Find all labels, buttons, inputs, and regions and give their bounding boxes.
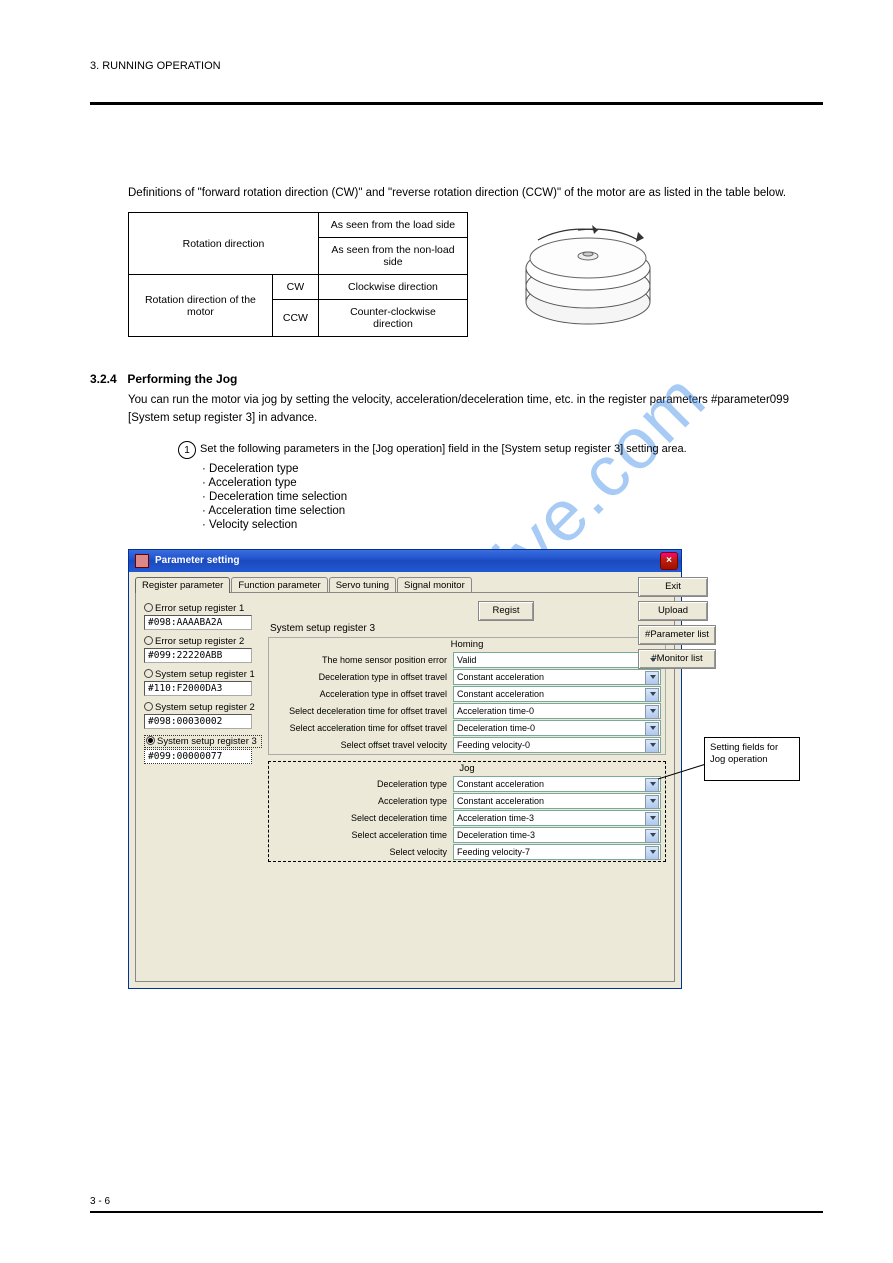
jog-label-1: Acceleration type bbox=[273, 796, 453, 806]
step-item-1: · Deceleration type bbox=[202, 463, 823, 475]
reg-sys1-value: #110:F2000DA3 bbox=[144, 681, 252, 696]
reg-error1-value: #098:AAAABA2A bbox=[144, 615, 252, 630]
app-icon bbox=[135, 554, 149, 568]
tab-strip: Register parameter Function parameter Se… bbox=[129, 572, 681, 592]
register-radio-list: Error setup register 1 #098:AAAABA2A Err… bbox=[144, 601, 262, 770]
intro-paragraph: Definitions of "forward rotation directi… bbox=[128, 185, 823, 202]
homing-select-0[interactable]: Valid bbox=[453, 652, 661, 668]
upload-button[interactable]: Upload bbox=[638, 601, 708, 621]
section-number: 3.2.4 bbox=[90, 372, 124, 386]
reg-sys2-value: #098:00030002 bbox=[144, 714, 252, 729]
radio-error1[interactable]: Error setup register 1 bbox=[144, 603, 262, 614]
cell-load-side: As seen from the load side bbox=[318, 213, 467, 238]
jog-group: Jog Deceleration typeConstant accelerati… bbox=[268, 761, 666, 862]
jog-group-title: Jog bbox=[269, 762, 665, 775]
jog-label-2: Select deceleration time bbox=[273, 813, 453, 823]
homing-select-4[interactable]: Deceleration time-0 bbox=[453, 720, 661, 736]
exit-button[interactable]: Exit bbox=[638, 577, 708, 597]
radio-sys3[interactable]: System setup register 3 bbox=[144, 735, 262, 748]
homing-label-5: Select offset travel velocity bbox=[273, 740, 453, 750]
cell-cw: CW bbox=[272, 275, 318, 300]
reg-error2-value: #099:22220ABB bbox=[144, 648, 252, 663]
homing-group: Homing The home sensor position errorVal… bbox=[268, 637, 666, 755]
radio-sys2[interactable]: System setup register 2 bbox=[144, 702, 262, 713]
page-footer: 3 - 6 bbox=[90, 1196, 823, 1213]
step-item-2: · Acceleration type bbox=[202, 477, 823, 489]
step-number-circle: 1 bbox=[178, 441, 196, 459]
parameter-list-button[interactable]: #Parameter list bbox=[638, 625, 716, 645]
cell-motor-dir: Rotation direction of the motor bbox=[129, 275, 273, 337]
cell-rotation-direction: Rotation direction bbox=[129, 213, 319, 275]
header-rule bbox=[90, 102, 823, 105]
homing-label-1: Deceleration type in offset travel bbox=[273, 672, 453, 682]
homing-label-4: Select acceleration time for offset trav… bbox=[273, 723, 453, 733]
callout-box: Setting fields for Jog operation bbox=[704, 737, 800, 781]
close-icon[interactable]: × bbox=[660, 552, 678, 570]
reg-sys3-value: #099:00000077 bbox=[144, 749, 252, 764]
jog-label-0: Deceleration type bbox=[273, 779, 453, 789]
homing-label-2: Acceleration type in offset travel bbox=[273, 689, 453, 699]
tab-panel: Regist Error setup register 1 #098:AAAAB… bbox=[135, 592, 675, 982]
footer-page-number: 3 - 6 bbox=[90, 1196, 110, 1207]
homing-select-3[interactable]: Acceleration time-0 bbox=[453, 703, 661, 719]
step-item-3: · Deceleration time selection bbox=[202, 491, 823, 503]
section-paragraph: You can run the motor via jog by setting… bbox=[128, 392, 823, 427]
jog-select-3[interactable]: Deceleration time-3 bbox=[453, 827, 661, 843]
homing-label-3: Select deceleration time for offset trav… bbox=[273, 706, 453, 716]
cell-ccw-load: Counter-clockwise direction bbox=[318, 300, 467, 337]
jog-select-1[interactable]: Constant acceleration bbox=[453, 793, 661, 809]
jog-label-3: Select acceleration time bbox=[273, 830, 453, 840]
tab-function-parameter[interactable]: Function parameter bbox=[231, 577, 327, 593]
header-left: 3. RUNNING OPERATION bbox=[90, 60, 823, 72]
dialog-title: Parameter setting bbox=[155, 555, 239, 566]
motor-drawing bbox=[508, 212, 668, 342]
rotation-table: Rotation direction As seen from the load… bbox=[128, 212, 468, 337]
page-header: 3. RUNNING OPERATION bbox=[90, 60, 823, 105]
step-item-4: · Acceleration time selection bbox=[202, 505, 823, 517]
homing-select-5[interactable]: Feeding velocity-0 bbox=[453, 737, 661, 753]
jog-select-2[interactable]: Acceleration time-3 bbox=[453, 810, 661, 826]
cell-nonload-side: As seen from the non-load side bbox=[318, 238, 467, 275]
radio-error2[interactable]: Error setup register 2 bbox=[144, 636, 262, 647]
tab-signal-monitor[interactable]: Signal monitor bbox=[397, 577, 472, 593]
homing-select-2[interactable]: Constant acceleration bbox=[453, 686, 661, 702]
step-1: 1 Set the following parameters in the [J… bbox=[200, 443, 823, 455]
homing-group-title: Homing bbox=[269, 638, 665, 651]
tab-register-parameter[interactable]: Register parameter bbox=[135, 577, 230, 593]
parameter-setting-dialog: Parameter setting × Register parameter F… bbox=[128, 549, 682, 989]
section-heading: 3.2.4 Performing the Jog bbox=[90, 372, 823, 386]
jog-label-4: Select velocity bbox=[273, 847, 453, 857]
homing-select-1[interactable]: Constant acceleration bbox=[453, 669, 661, 685]
step-text: Set the following parameters in the [Jog… bbox=[200, 443, 687, 455]
cell-ccw: CCW bbox=[272, 300, 318, 337]
sys-register-title: System setup register 3 bbox=[270, 623, 666, 634]
regist-button[interactable]: Regist bbox=[478, 601, 534, 621]
jog-select-4[interactable]: Feeding velocity-7 bbox=[453, 844, 661, 860]
dialog-titlebar: Parameter setting × bbox=[129, 550, 681, 572]
homing-label-0: The home sensor position error bbox=[273, 655, 453, 665]
section-name: Performing the Jog bbox=[127, 372, 237, 386]
tab-servo-tuning[interactable]: Servo tuning bbox=[329, 577, 396, 593]
footer-rule bbox=[90, 1211, 823, 1213]
radio-sys1[interactable]: System setup register 1 bbox=[144, 669, 262, 680]
cell-cw-load: Clockwise direction bbox=[318, 275, 467, 300]
step-item-5: · Velocity selection bbox=[202, 519, 823, 531]
form-area: System setup register 3 Homing The home … bbox=[268, 623, 666, 868]
jog-select-0[interactable]: Constant acceleration bbox=[453, 776, 661, 792]
